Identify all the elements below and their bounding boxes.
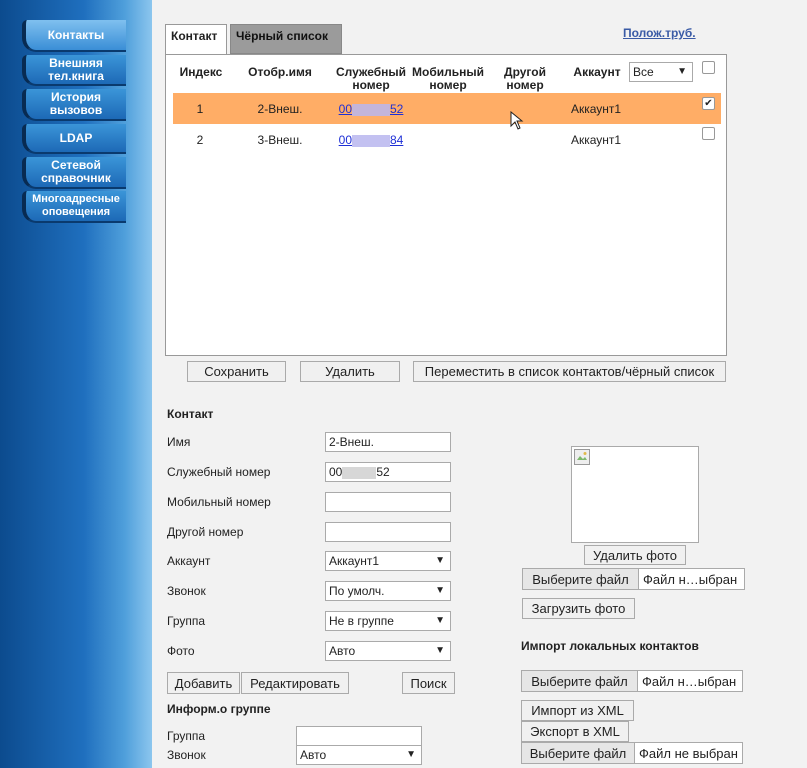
chevron-down-icon: ▼	[435, 615, 445, 626]
column-header-name: Отобр.имя	[248, 65, 312, 79]
import-xml-button[interactable]: Импорт из XML	[521, 700, 634, 721]
group-info-title: Информ.о группе	[167, 702, 271, 716]
file-status: Файл н…ыбран	[643, 571, 738, 587]
upload-photo-button[interactable]: Загрузить фото	[522, 598, 635, 619]
sidebar-item-label: LDAP	[59, 130, 93, 145]
file-status: Файл не выбран	[639, 745, 738, 761]
group-info-group-label: Группа	[167, 729, 206, 743]
redacted-block	[352, 103, 390, 116]
delete-photo-button[interactable]: Удалить фото	[584, 545, 686, 565]
save-button[interactable]: Сохранить	[187, 361, 286, 382]
delete-button[interactable]: Удалить	[300, 361, 400, 382]
import-file-picker[interactable]: Выберите файл Файл н…ыбран	[521, 670, 743, 692]
column-header-office: Служебный номер	[335, 65, 407, 92]
sidebar-item-label: Многоадресные оповещения	[32, 193, 120, 218]
tab-blacklist[interactable]: Чёрный список	[230, 24, 342, 54]
row-office-number-link[interactable]: 00 84	[336, 133, 406, 147]
mobile-number-label: Мобильный номер	[167, 495, 271, 509]
row-index: 2	[196, 133, 204, 147]
redacted-block	[342, 466, 377, 479]
sidebar-item-ldap[interactable]: LDAP	[22, 124, 126, 154]
sidebar-item-contacts[interactable]: Контакты	[22, 20, 126, 52]
sidebar-item-label: История вызовов	[49, 90, 103, 117]
group-select[interactable]: Не в группе ▼	[325, 611, 451, 631]
row-name: 3-Внеш.	[257, 133, 303, 147]
column-header-other: Другой номер	[504, 65, 546, 92]
group-label: Группа	[167, 614, 206, 628]
row-checkbox[interactable]: ✔	[702, 97, 715, 110]
row-name: 2-Внеш.	[257, 102, 303, 116]
row-checkbox[interactable]	[702, 127, 715, 140]
other-number-label: Другой номер	[167, 525, 244, 539]
office-number-input[interactable]: 00 52	[325, 462, 451, 482]
chevron-down-icon: ▼	[677, 66, 687, 77]
photo-label: Фото	[167, 644, 195, 658]
account-select[interactable]: Аккаунт1 ▼	[325, 551, 451, 571]
contact-photo	[571, 446, 699, 543]
ring-label: Звонок	[167, 584, 206, 598]
choose-file-button[interactable]: Выберите файл	[522, 743, 635, 763]
file-status: Файл н…ыбран	[642, 673, 737, 689]
select-all-checkbox[interactable]	[702, 61, 715, 74]
mobile-number-input[interactable]	[325, 492, 451, 512]
tab-contact[interactable]: Контакт	[165, 24, 227, 54]
sidebar-item-external-phonebook[interactable]: Внешняя тел.книга	[22, 55, 126, 86]
photo-file-picker[interactable]: Выберите файл Файл н…ыбран	[522, 568, 745, 590]
account-label: Аккаунт	[167, 554, 211, 568]
move-to-list-button[interactable]: Переместить в список контактов/чёрный сп…	[413, 361, 726, 382]
photo-select[interactable]: Авто ▼	[325, 641, 451, 661]
broken-image-icon	[574, 449, 590, 465]
row-index: 1	[196, 102, 204, 116]
group-info-group-input[interactable]	[296, 726, 422, 746]
group-info-ring-label: Звонок	[167, 748, 206, 762]
add-button[interactable]: Добавить	[167, 672, 240, 694]
redacted-block	[352, 134, 390, 147]
xml-file-picker[interactable]: Выберите файл Файл не выбран	[521, 742, 743, 764]
name-label: Имя	[167, 435, 191, 449]
chevron-down-icon: ▼	[435, 585, 445, 596]
sidebar-item-network-directory[interactable]: Сетевой справочник	[22, 157, 126, 189]
chevron-down-icon: ▼	[435, 555, 445, 566]
sidebar-item-multicast[interactable]: Многоадресные оповещения	[22, 191, 126, 223]
mouse-cursor-icon	[510, 111, 524, 130]
row-account: Аккаунт1	[570, 102, 622, 116]
column-header-index: Индекс	[179, 65, 223, 79]
import-section-title: Импорт локальных контактов	[521, 639, 699, 653]
search-button[interactable]: Поиск	[402, 672, 455, 694]
chevron-down-icon: ▼	[435, 645, 445, 656]
row-office-number-link[interactable]: 00 52	[336, 102, 406, 116]
other-number-input[interactable]	[325, 522, 451, 542]
column-header-mobile: Мобильный номер	[412, 65, 484, 92]
choose-file-button[interactable]: Выберите файл	[523, 569, 639, 589]
ring-select[interactable]: По умолч. ▼	[325, 581, 451, 601]
sidebar-item-label: Внешняя тел.книга	[48, 55, 104, 83]
name-input[interactable]: 2-Внеш.	[325, 432, 451, 452]
chevron-down-icon: ▼	[406, 749, 416, 760]
row-account: Аккаунт1	[570, 133, 622, 147]
handset-position-link[interactable]: Полож.труб.	[623, 26, 696, 40]
export-xml-button[interactable]: Экспорт в XML	[521, 721, 629, 742]
account-filter-select[interactable]: Все ▼	[629, 62, 693, 82]
sidebar-item-label: Контакты	[47, 27, 105, 42]
sidebar-item-label: Сетевой справочник	[41, 158, 111, 185]
group-info-ring-select[interactable]: Авто ▼	[296, 745, 422, 765]
sidebar-item-call-history[interactable]: История вызовов	[22, 89, 126, 121]
office-number-label: Служебный номер	[167, 465, 271, 479]
edit-button[interactable]: Редактировать	[241, 672, 349, 694]
column-header-account: Аккаунт	[573, 65, 621, 79]
contact-section-title: Контакт	[167, 407, 214, 421]
sidebar: Контакты Внешняя тел.книга История вызов…	[0, 0, 152, 768]
choose-file-button[interactable]: Выберите файл	[522, 671, 638, 691]
